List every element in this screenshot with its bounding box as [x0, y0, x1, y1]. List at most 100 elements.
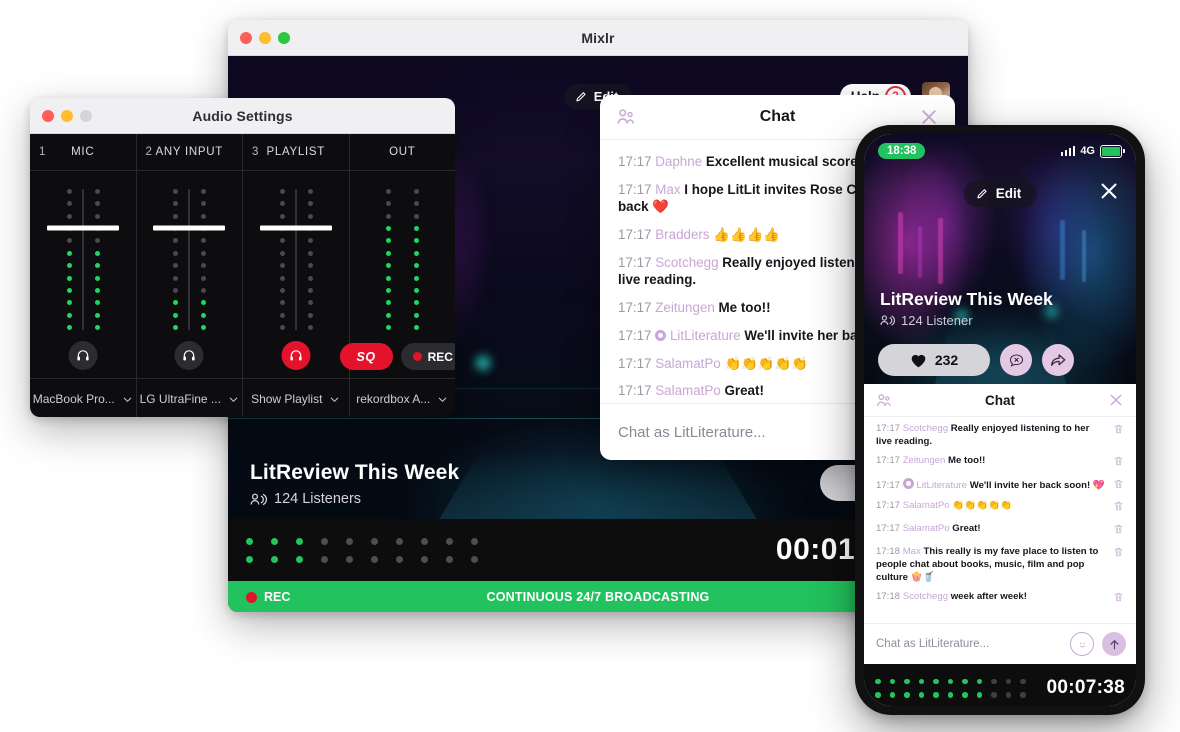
record-button[interactable]: REC	[400, 343, 455, 370]
maximize-audio-window-button[interactable]	[80, 109, 92, 122]
channel-led	[201, 287, 207, 293]
meter-dot	[976, 678, 982, 684]
meter-dot	[421, 555, 428, 563]
phone-chat-input[interactable]: Chat as LitLiterature...	[864, 623, 1136, 664]
phone-close-button[interactable]	[1096, 178, 1122, 204]
channel-led	[201, 312, 207, 318]
device-select-2[interactable]: Show Playlist	[243, 379, 350, 417]
mixer-channel-mic: 1 MIC	[30, 134, 137, 378]
channel-led	[94, 300, 100, 306]
send-message-button[interactable]	[1102, 632, 1126, 656]
chat-message-author[interactable]: Zeitungen	[903, 455, 948, 466]
channel-led	[94, 250, 100, 256]
chat-message: 17:17 SalamatPo 👏👏👏👏👏	[864, 497, 1136, 520]
channel-led	[66, 324, 72, 330]
channel-fader[interactable]	[30, 171, 136, 378]
monitor-button[interactable]	[281, 341, 311, 370]
rec-dot-icon	[412, 352, 422, 361]
chat-message-author[interactable]: Zeitungen	[655, 300, 718, 315]
channel-led	[279, 275, 285, 281]
channel-led	[173, 275, 179, 281]
phone-chat-toggle-button[interactable]	[1000, 344, 1032, 376]
output-buttons: SQ REC	[339, 343, 455, 370]
meter-dot	[271, 537, 278, 545]
chat-message-text: 17:17 SalamatPo Great!	[876, 523, 1113, 536]
fader-knob[interactable]	[259, 225, 332, 231]
chat-message-author[interactable]: Bradders	[655, 227, 713, 242]
monitor-button[interactable]	[68, 341, 98, 370]
close-window-button[interactable]	[240, 31, 252, 44]
channel-fader[interactable]	[243, 171, 349, 378]
channel-fader[interactable]: SQ REC	[339, 171, 455, 378]
chat-message-author[interactable]: SalamatPo	[903, 500, 953, 511]
sq-button[interactable]: SQ	[339, 343, 393, 370]
meter-dot	[246, 537, 253, 545]
meter-dot	[1005, 678, 1011, 684]
channel-fader[interactable]	[137, 171, 243, 378]
minimize-audio-window-button[interactable]	[61, 109, 73, 122]
phone-chat-message-list[interactable]: 17:17 Scotchegg Really enjoyed listening…	[864, 417, 1136, 623]
phone-share-button[interactable]	[1042, 344, 1074, 376]
phone-like-button[interactable]: 232	[878, 344, 990, 376]
chat-message: 17:17 SalamatPo Great!	[864, 520, 1136, 543]
pencil-icon	[977, 189, 987, 199]
device-select-0[interactable]: MacBook Pro...	[30, 379, 137, 417]
emoji-picker-button[interactable]	[1070, 632, 1094, 656]
chat-message-body: We'll invite her back soon! 💖	[969, 479, 1105, 491]
delete-message-icon[interactable]	[1113, 546, 1126, 563]
chat-message-author[interactable]: SalamatPo	[903, 523, 953, 534]
delete-message-icon[interactable]	[1113, 591, 1126, 608]
network-label: 4G	[1080, 145, 1095, 157]
smiley-icon	[1079, 642, 1085, 647]
phone-edit-button[interactable]: Edit	[963, 180, 1037, 207]
window-controls[interactable]	[228, 31, 290, 44]
chat-message-author[interactable]: SalamatPo	[655, 356, 724, 371]
phone-like-count: 232	[934, 352, 959, 368]
chat-message-author[interactable]: Scotchegg	[903, 423, 951, 434]
channel-led	[414, 275, 420, 281]
channel-led	[201, 189, 207, 194]
fader-track	[82, 189, 84, 330]
delete-message-icon[interactable]	[1113, 478, 1126, 495]
delete-message-icon[interactable]	[1113, 523, 1126, 540]
mixlr-titlebar: Mixlr	[228, 20, 968, 56]
chat-message-author[interactable]: Daphne	[655, 154, 706, 169]
channel-led	[66, 250, 72, 256]
channel-led	[66, 312, 72, 318]
meter-dot	[446, 537, 453, 545]
delete-message-icon[interactable]	[1113, 455, 1126, 472]
channel-led-column	[173, 189, 179, 330]
maximize-window-button[interactable]	[278, 31, 290, 44]
chat-message-author[interactable]: Max	[903, 546, 924, 557]
fader-knob[interactable]	[153, 225, 226, 231]
channel-led	[414, 250, 420, 256]
minimize-window-button[interactable]	[259, 31, 271, 44]
channel-led	[386, 263, 392, 269]
device-select-1[interactable]: LG UltraFine ...	[137, 379, 243, 417]
fader-knob[interactable]	[46, 225, 119, 231]
channel-led	[173, 287, 179, 293]
meter-dot	[246, 555, 253, 563]
channel-led	[386, 250, 392, 256]
meter-dot	[933, 678, 939, 684]
chat-message-author[interactable]: SalamatPo	[655, 383, 724, 398]
chat-message-author[interactable]: Scotchegg	[655, 255, 722, 270]
channel-led	[386, 275, 392, 281]
chat-message-text: 17:17 Scotchegg Really enjoyed listening…	[876, 423, 1113, 449]
close-audio-window-button[interactable]	[42, 109, 54, 122]
delete-message-icon[interactable]	[1113, 423, 1126, 440]
meter-dot	[346, 555, 353, 563]
chat-message-author[interactable]: Scotchegg	[903, 591, 951, 602]
channel-header: 1 MIC	[30, 134, 136, 171]
audio-window-controls[interactable]	[30, 109, 92, 122]
monitor-button[interactable]	[174, 341, 204, 370]
device-select-3[interactable]: rekordbox A...	[350, 379, 456, 417]
channel-led	[173, 312, 179, 318]
channel-led	[94, 287, 100, 293]
delete-message-icon[interactable]	[1113, 500, 1126, 517]
chat-message-author[interactable]: Max	[655, 182, 684, 197]
listeners-label: 124 Listeners	[274, 491, 362, 507]
chat-message-author[interactable]: LitLiterature	[916, 480, 969, 491]
chat-message-author[interactable]: LitLiterature	[670, 328, 744, 343]
chat-message-body: 👍👍👍👍	[713, 227, 780, 243]
